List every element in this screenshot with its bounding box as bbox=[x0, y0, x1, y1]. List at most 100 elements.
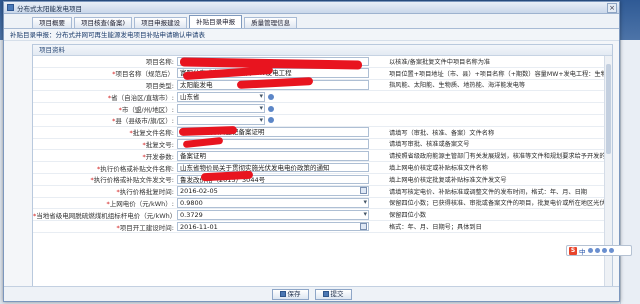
field-value: 备案证明 bbox=[180, 152, 206, 161]
form-row: *批复文件名称:山东省建设项目登记备案证明请填写（审批、核准、备案）文件名称 bbox=[33, 127, 612, 139]
form-row: *省（自治区/直辖市）: 山东省 bbox=[33, 91, 612, 104]
field-note: 请填写审批、核准或备案文号 bbox=[389, 141, 470, 149]
field-label-text: 市（盟/州/地区）: bbox=[121, 105, 174, 114]
form-row: *当地省级电网脱硫燃煤机组标杆电价（元/kWh）:0.3729 保留四位小数 bbox=[33, 209, 612, 222]
form-row: *批复文号: 请填写审批、核准或备案文号 bbox=[33, 139, 612, 151]
breadcrumb: 补贴目录申报：分布式并网可再生能源发电项目补贴申请确认申请表 bbox=[4, 29, 619, 41]
info-icon bbox=[268, 105, 274, 112]
field-label: 项目类型: bbox=[33, 80, 177, 90]
field-label: *执行价格或补贴文件发文号: bbox=[33, 174, 177, 184]
field-label: *市（盟/州/地区）: bbox=[33, 104, 177, 114]
form-row: *执行价格或补贴文件发文号:鲁发改价格（2015）3044号填上网电价核定批复或… bbox=[33, 174, 612, 186]
tab-1[interactable]: 项目核查(备案) bbox=[74, 17, 133, 28]
dialog-title: 分布式太阳能发电项目 bbox=[17, 4, 82, 13]
field-label-text: 开发参数: bbox=[145, 152, 174, 161]
form-row: 项目类型: 太阳能发电 指风能、太阳能、生物质、地热能、海洋能发电等 bbox=[33, 80, 612, 92]
field-label: *项目开工建设时间: bbox=[33, 222, 177, 232]
form-row: *项目开工建设时间: 2016-11-01 格式：年、月、日期号；具体到日 bbox=[33, 221, 612, 233]
field-label: *项目名称（规范后） bbox=[33, 68, 177, 78]
field-note: 填上网电价核定或补贴标准文件名称 bbox=[389, 165, 488, 173]
field-label: *批复文件名称: bbox=[33, 127, 177, 137]
punctuation-icon bbox=[594, 248, 600, 253]
select-field[interactable] bbox=[177, 103, 265, 114]
save-button-label: 保存 bbox=[287, 289, 301, 298]
calendar-icon[interactable] bbox=[360, 187, 367, 195]
submit-button[interactable]: 提交 bbox=[314, 288, 352, 300]
tab-4[interactable]: 质量管理信息 bbox=[244, 17, 298, 28]
form-row: *上网电价（元/kWh）:0.9800 保留四位小数；已获得核准、审批或备案文件的… bbox=[33, 198, 612, 210]
field-note: 填上网电价核定批复或补贴标准文件发文号 bbox=[389, 176, 507, 184]
field-label: *当地省级电网脱硫燃煤机组标杆电价（元/kWh）: bbox=[33, 210, 177, 220]
field-label: *开发参数: bbox=[33, 151, 177, 161]
field-note: 项目位置+项目地址（市、县）+项目名称（+期数）容量MW+发电工程：生物质项目需… bbox=[389, 70, 612, 78]
field-label-text: 执行价格或补贴文件名称: bbox=[100, 164, 174, 173]
text-field[interactable]: 0.9800 bbox=[177, 198, 369, 208]
field-value: 2016-02-05 bbox=[180, 187, 218, 196]
background-side-panel bbox=[620, 40, 640, 304]
form-rows: 项目名称: 以核准/备案批复文件中项目名称为准 *项目名称（规范后）富阳分布式光伏发… bbox=[33, 56, 612, 233]
field-value: 0.9800 bbox=[180, 199, 203, 208]
field-value: 太阳能发电 bbox=[180, 81, 213, 90]
field-label-text: 批复文件名称: bbox=[132, 129, 174, 138]
field-label: 项目名称: bbox=[33, 56, 177, 66]
field-label-text: 上网电价（元/kWh）: bbox=[109, 199, 174, 208]
tab-3[interactable]: 补贴目录申报 bbox=[189, 15, 243, 28]
form-row: *市（盟/州/地区）: bbox=[33, 103, 612, 115]
section-title: 项目资料 bbox=[33, 45, 612, 56]
field-note: 格式：年、月、日期号；具体到日 bbox=[389, 224, 482, 232]
form-row: *县（县级市/旗/区）: bbox=[33, 115, 612, 127]
field-label-text: 批复文号: bbox=[145, 140, 174, 149]
info-icon bbox=[268, 117, 274, 124]
disk-icon bbox=[279, 291, 286, 297]
field-value: 2016-11-01 bbox=[180, 222, 218, 231]
field-label-text: 项目类型: bbox=[145, 81, 174, 90]
check-icon bbox=[322, 291, 329, 297]
field-label: *批复文号: bbox=[33, 139, 177, 149]
app-icon bbox=[7, 4, 14, 11]
form-row: *执行价格或补贴文件名称: 山东省物价局关于贯彻实施光伏发电电价政策的通知 填上网电… bbox=[33, 162, 612, 174]
field-note: 保留四位小数；已获得核准、审批或备案文件的项目，批复电价或所在地区光伏电站标杆上… bbox=[389, 200, 612, 208]
field-label-text: 项目开工建设时间: bbox=[119, 223, 174, 232]
field-label-text: 执行价格或补贴文件发文号: bbox=[93, 176, 174, 185]
field-note: 以核准/备案批复文件中项目名称为准 bbox=[389, 58, 491, 66]
field-note: 指风能、太阳能、生物质、地热能、海洋能发电等 bbox=[389, 82, 526, 90]
field-label-text: 项目名称（规范后） bbox=[115, 70, 175, 79]
date-field[interactable]: 2016-02-05 bbox=[177, 186, 369, 196]
date-field[interactable]: 2016-11-01 bbox=[177, 221, 369, 232]
tab-0[interactable]: 项目概要 bbox=[32, 17, 72, 28]
text-field[interactable]: 0.3729 bbox=[177, 210, 369, 220]
tab-bar: 项目概要 项目核查(备案) 项目申报建设 补贴目录申报 质量管理信息 bbox=[4, 14, 619, 29]
text-field[interactable]: 备案证明 bbox=[177, 151, 369, 161]
project-dialog: 分布式太阳能发电项目 × 项目概要 项目核查(备案) 项目申报建设 补贴目录申报 质量管… bbox=[3, 1, 620, 302]
close-button[interactable]: × bbox=[607, 3, 617, 13]
ime-toolbar[interactable]: S 中 bbox=[566, 245, 632, 256]
field-label-text: 项目名称: bbox=[145, 58, 174, 67]
field-label: *执行价格批复时间: bbox=[33, 186, 177, 196]
field-note: 保留四位小数 bbox=[389, 212, 427, 220]
field-label-text: 县（县级市/旗/区）: bbox=[115, 117, 174, 126]
field-label-text: 当地省级电网脱硫燃煤机组标杆电价（元/kWh）: bbox=[36, 211, 177, 220]
info-icon bbox=[268, 93, 274, 100]
scrollbar-thumb[interactable] bbox=[606, 64, 611, 154]
field-label-text: 省（自治区/直辖市）: bbox=[111, 93, 174, 102]
select-field[interactable] bbox=[177, 115, 265, 126]
field-label: *执行价格或补贴文件名称: bbox=[33, 163, 177, 173]
tab-2[interactable]: 项目申报建设 bbox=[134, 17, 188, 28]
form-row: *执行价格批复时间: 2016-02-05 请填写核定电价、补贴标准或调整文件的发布… bbox=[33, 186, 612, 198]
field-label: *县（县级市/旗/区）: bbox=[33, 115, 177, 125]
moon-icon bbox=[587, 248, 593, 253]
select-field[interactable]: 山东省 bbox=[177, 92, 265, 102]
field-note: 请按照省级政府能源主管部门有关发展规划，核准等文件和规划要求给予开发的说明 bbox=[389, 153, 612, 161]
save-button[interactable]: 保存 bbox=[271, 288, 309, 300]
field-value: 山东省 bbox=[180, 93, 200, 102]
form-row: *开发参数: 备案证明 请按照省级政府能源主管部门有关发展规划，核准等文件和规划要求… bbox=[33, 150, 612, 163]
ime-language-label: 中 bbox=[579, 247, 586, 256]
calendar-icon[interactable] bbox=[360, 222, 367, 230]
field-note: 请填写核定电价、补贴标准或调整文件的发布时间，格式：年、月、日期 bbox=[389, 188, 587, 196]
field-label: *省（自治区/直辖市）: bbox=[33, 92, 177, 102]
text-field[interactable]: 山东省物价局关于贯彻实施光伏发电电价政策的通知 bbox=[177, 162, 369, 173]
field-value: 0.3729 bbox=[180, 211, 203, 219]
submit-button-label: 提交 bbox=[330, 289, 344, 298]
sogou-icon: S bbox=[569, 246, 577, 255]
keyboard-icon bbox=[601, 248, 607, 253]
